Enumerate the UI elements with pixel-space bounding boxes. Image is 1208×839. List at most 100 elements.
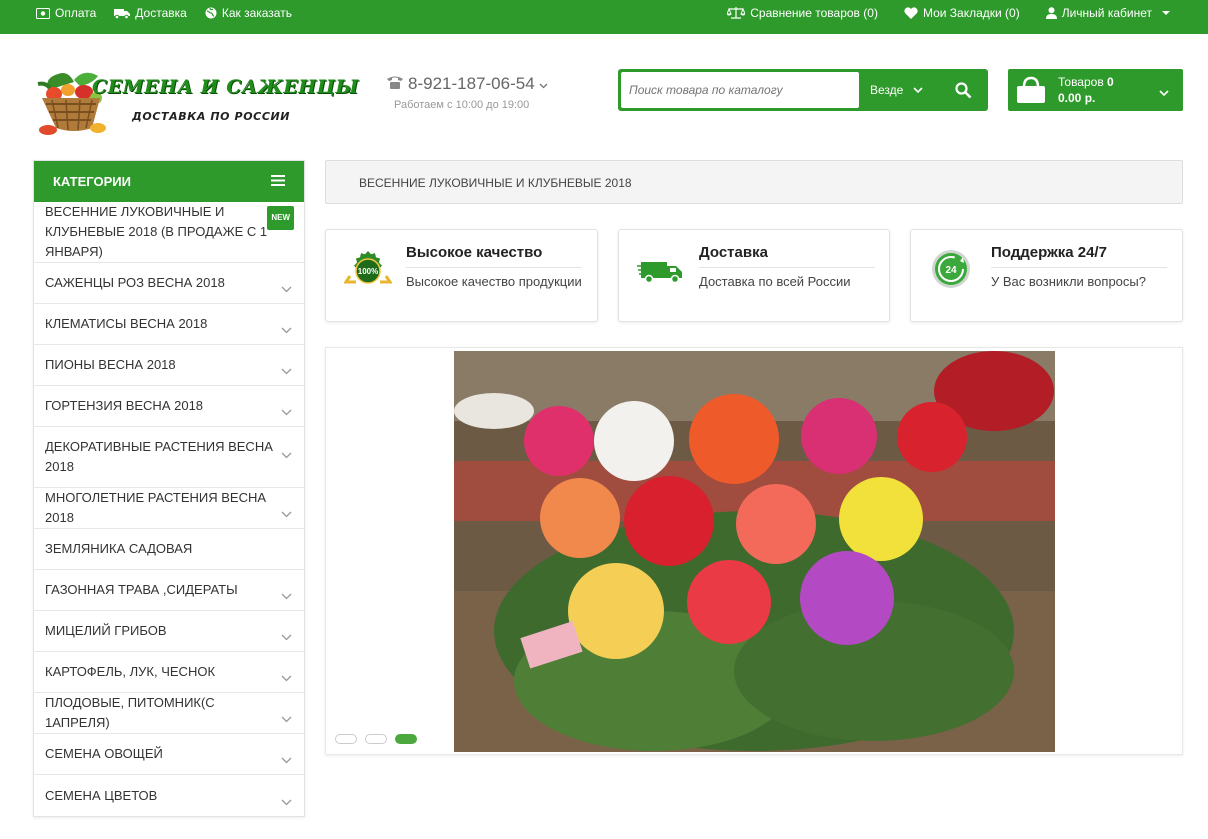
phone-block: 8-921-187-06-54 Работаем с 10:00 до 19:0… [386, 74, 566, 111]
payment-icon [36, 7, 50, 19]
globe-icon [205, 7, 217, 19]
banner-slider [325, 347, 1183, 755]
categories-header[interactable]: КАТЕГОРИИ [34, 161, 304, 202]
feature-text: У Вас возникли вопросы? [991, 274, 1146, 289]
category-label: МИЦЕЛИЙ ГРИБОВ [45, 623, 167, 638]
user-icon [1045, 7, 1057, 19]
caret-down-icon [1162, 11, 1170, 15]
search-bar: Везде [618, 69, 988, 111]
chevron-down-icon[interactable] [281, 750, 292, 770]
category-label: ВЕСЕННИЕ ЛУКОВИЧНЫЕ И КЛУБНЕВЫЕ 2018 (В … [45, 204, 268, 259]
category-label: СЕМЕНА ЦВЕТОВ [45, 787, 158, 803]
chevron-down-icon[interactable] [281, 627, 292, 647]
phone-icon [386, 74, 404, 94]
breadcrumb: ВЕСЕННИЕ ЛУКОВИЧНЫЕ И КЛУБНЕВЫЕ 2018 [325, 160, 1183, 204]
category-item[interactable]: ПИОНЫ ВЕСНА 2018 [34, 345, 304, 386]
feature-support: 24 Поддержка 24/7 У Вас возникли вопросы… [910, 229, 1183, 322]
slider-dot[interactable] [395, 734, 417, 744]
logo-title: СЕМЕНА И САЖЕНЦЫ [92, 76, 359, 98]
support-seal-text: 24 [945, 265, 957, 276]
category-label: СЕМЕНА ОВОЩЕЙ [45, 746, 163, 761]
category-label: ГАЗОННАЯ ТРАВА ,СИДЕРАТЫ [45, 582, 238, 597]
category-item[interactable]: ГАЗОННАЯ ТРАВА ,СИДЕРАТЫ [34, 570, 304, 611]
chevron-down-icon[interactable] [281, 402, 292, 422]
heart-icon [904, 7, 918, 19]
category-item[interactable]: ВЕСЕННИЕ ЛУКОВИЧНЫЕ И КЛУБНЕВЫЕ 2018 (В … [34, 202, 304, 263]
account-link[interactable]: Личный кабинет [1045, 6, 1170, 20]
category-item[interactable]: МИЦЕЛИЙ ГРИБОВ [34, 611, 304, 652]
menu-icon[interactable] [271, 174, 285, 189]
feature-divider [699, 267, 875, 268]
payment-link[interactable]: Оплата [36, 6, 96, 20]
chevron-down-icon[interactable] [281, 709, 292, 729]
cart-button[interactable]: Товаров 0 0.00 р. [1008, 69, 1183, 111]
compare-link[interactable]: Сравнение товаров (0) [727, 6, 878, 20]
category-label: КАРТОФЕЛЬ, ЛУК, ЧЕСНОК [45, 664, 216, 679]
delivery-truck-icon [637, 262, 682, 284]
chevron-down-icon[interactable] [281, 320, 292, 340]
slider-dot[interactable] [335, 734, 357, 744]
category-item[interactable]: ЗЕМЛЯНИКА САДОВАЯ [34, 529, 304, 570]
delivery-link[interactable]: Доставка [114, 6, 187, 20]
bookmarks-label: Мои Закладки (0) [922, 6, 1020, 20]
support-24-icon: 24 [932, 250, 970, 288]
feature-quality: 100% Высокое качество Высокое качество п… [325, 229, 598, 322]
how-to-order-link[interactable]: Как заказать [205, 6, 292, 20]
phone-number: 8-921-187-06-54 [408, 74, 535, 93]
chevron-down-icon[interactable] [281, 586, 292, 606]
dahlia-flowers-image[interactable] [454, 351, 1055, 752]
search-scope-dropdown[interactable]: Везде [870, 69, 923, 111]
category-label: САЖЕНЦЫ РОЗ ВЕСНА 2018 [45, 275, 225, 290]
category-item[interactable]: КЛЕМАТИСЫ ВЕСНА 2018 [34, 304, 304, 345]
category-item[interactable]: СЕМЕНА ЦВЕТОВ [34, 775, 304, 816]
search-input[interactable] [621, 72, 859, 108]
chevron-down-icon[interactable] [281, 445, 292, 465]
how-to-order-label: Как заказать [221, 6, 292, 20]
delivery-label: Доставка [135, 6, 187, 20]
cart-items: Товаров 0 [1058, 75, 1114, 89]
category-label: ГОРТЕНЗИЯ ВЕСНА 2018 [45, 398, 204, 413]
search-icon[interactable] [954, 81, 972, 99]
chevron-down-icon[interactable] [281, 279, 292, 299]
cart-items-count: 0 [1107, 75, 1114, 89]
phone-number-row[interactable]: 8-921-187-06-54 [386, 74, 566, 94]
feature-text: Высокое качество продукции [406, 274, 582, 289]
feature-divider [406, 267, 582, 268]
feature-title: Доставка [699, 244, 768, 261]
feature-divider [991, 267, 1167, 268]
chevron-down-icon[interactable] [281, 668, 292, 688]
category-label: ЗЕМЛЯНИКА САДОВАЯ [45, 541, 193, 556]
category-item[interactable]: МНОГОЛЕТНИЕ РАСТЕНИЯ ВЕСНА 2018 [34, 488, 304, 529]
category-item[interactable]: КАРТОФЕЛЬ, ЛУК, ЧЕСНОК [34, 652, 304, 693]
category-item[interactable]: ГОРТЕНЗИЯ ВЕСНА 2018 [34, 386, 304, 427]
category-item[interactable]: ПЛОДОВЫЕ, ПИТОМНИК(С 1АПРЕЛЯ) [34, 693, 304, 734]
category-sidebar: КАТЕГОРИИ ВЕСЕННИЕ ЛУКОВИЧНЫЕ И КЛУБНЕВЫ… [33, 160, 305, 817]
category-label: МНОГОЛЕТНИЕ РАСТЕНИЯ ВЕСНА 2018 [45, 490, 267, 525]
category-label: ДЕКОРАТИВНЫЕ РАСТЕНИЯ ВЕСНА 2018 [45, 439, 273, 474]
category-list: ВЕСЕННИЕ ЛУКОВИЧНЫЕ И КЛУБНЕВЫЕ 2018 (В … [34, 202, 304, 816]
chevron-down-icon [1159, 84, 1169, 102]
category-item[interactable]: ДЕКОРАТИВНЫЕ РАСТЕНИЯ ВЕСНА 2018 [34, 427, 304, 488]
bookmarks-link[interactable]: Мои Закладки (0) [904, 6, 1020, 20]
slider-dot[interactable] [365, 734, 387, 744]
compare-label: Сравнение товаров (0) [750, 6, 878, 20]
top-bar-right: Сравнение товаров (0) Мои Закладки (0) Л… [727, 0, 1170, 26]
category-label: КЛЕМАТИСЫ ВЕСНА 2018 [45, 316, 208, 331]
chevron-down-icon[interactable] [281, 361, 292, 381]
slider-pagination [335, 734, 417, 744]
feature-text: Доставка по всей России [699, 274, 851, 289]
breadcrumb-current[interactable]: ВЕСЕННИЕ ЛУКОВИЧНЫЕ И КЛУБНЕВЫЕ 2018 [359, 176, 632, 190]
chevron-down-icon[interactable] [281, 504, 292, 524]
chevron-down-icon [539, 74, 548, 94]
shopping-bag-icon [1017, 76, 1045, 103]
chevron-down-icon[interactable] [281, 792, 292, 812]
top-bar: Оплата Доставка Как заказать Сравнение т… [0, 0, 1208, 34]
category-item[interactable]: СЕМЕНА ОВОЩЕЙ [34, 734, 304, 775]
cart-total: 0.00 р. [1058, 91, 1096, 105]
site-logo[interactable]: СЕМЕНА И САЖЕНЦЫ ДОСТАВКА ПО РОССИИ [34, 66, 358, 138]
new-badge: NEW [267, 206, 294, 230]
truck-icon [114, 8, 131, 19]
feature-title: Высокое качество [406, 244, 543, 261]
category-item[interactable]: САЖЕНЦЫ РОЗ ВЕСНА 2018 [34, 263, 304, 304]
scales-icon [727, 7, 746, 19]
